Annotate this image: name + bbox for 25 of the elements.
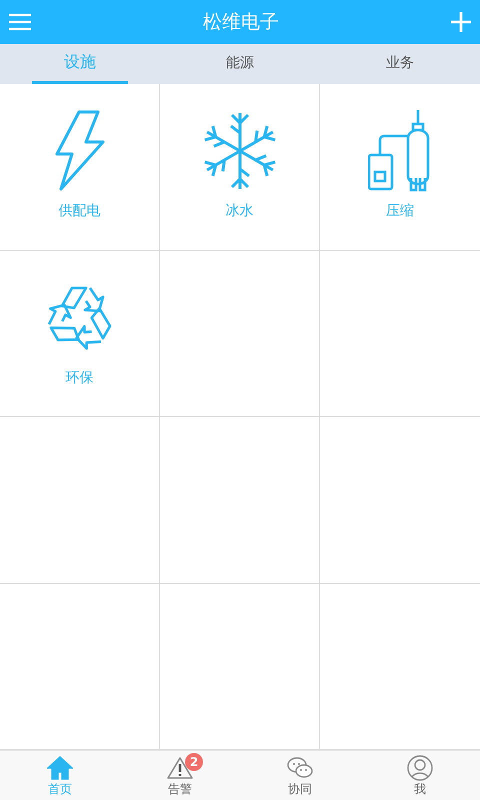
tab[interactable]: 能源: [192, 44, 288, 84]
facility-tile[interactable]: 供配电: [0, 84, 160, 250]
user-icon: [407, 755, 433, 781]
tab[interactable]: 业务: [352, 44, 448, 84]
compressor-icon: [368, 110, 432, 192]
facility-tile[interactable]: 冰水: [160, 84, 320, 250]
tile-label: 压缩: [386, 202, 414, 220]
count-badge: 2: [185, 753, 203, 771]
nav-item[interactable]: 2 告警: [120, 751, 240, 800]
app-title: 松维电子: [203, 10, 279, 35]
tab[interactable]: 设施: [32, 44, 128, 84]
menu-icon[interactable]: [9, 13, 31, 31]
nav-item[interactable]: 首页: [0, 751, 120, 800]
snowflake-icon: [202, 110, 278, 192]
add-icon[interactable]: [451, 12, 471, 32]
home-icon: [47, 756, 73, 780]
nav-item[interactable]: 协同: [240, 751, 360, 800]
chat-icon: [287, 756, 313, 780]
tile-label: 环保: [66, 368, 94, 386]
tile-label: 冰水: [226, 202, 254, 220]
lightning-icon: [54, 110, 104, 192]
facility-tile[interactable]: 环保: [0, 250, 160, 417]
facility-tile[interactable]: 压缩: [320, 84, 480, 250]
nav-item[interactable]: 我: [360, 751, 480, 800]
tile-label: 供配电: [58, 202, 100, 220]
